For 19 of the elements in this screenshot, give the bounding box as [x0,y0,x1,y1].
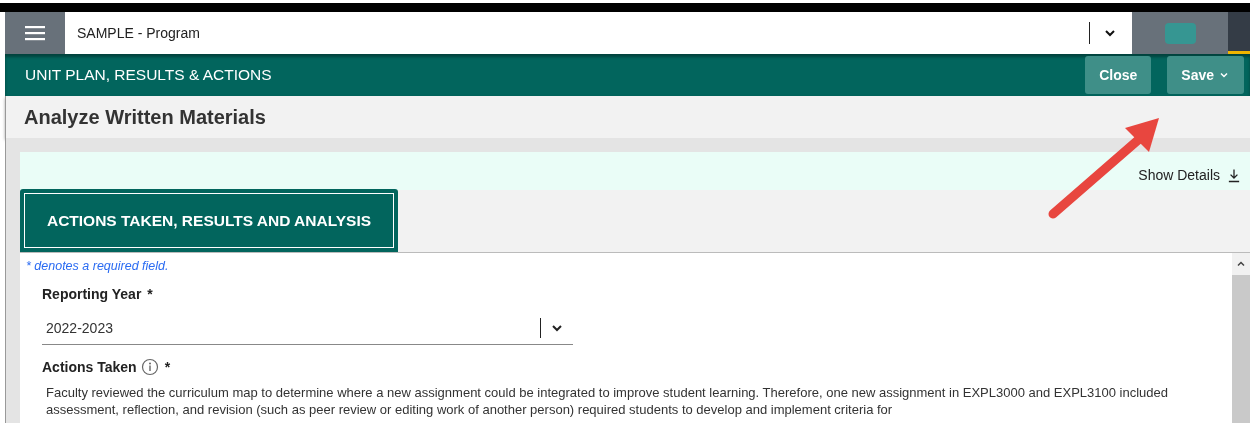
info-icon[interactable] [140,358,159,377]
actions-taken-text: Faculty reviewed the curriculum map to determine where a new assignment could be integrated to improve student learning. Therefore, one new assignment in EXPL3000 and EXPL3100 included assessment, reflection, and revision (such as peer review or editing work of another person) required students to develop and implement criteria for [45,383,1170,418]
field-label: Actions Taken [42,357,137,377]
field-label: Reporting Year [42,284,142,304]
download-icon [1228,168,1240,183]
required-mark: * [147,284,153,304]
save-button[interactable]: Save [1167,56,1244,94]
show-details-link[interactable]: Show Details [1138,165,1240,186]
close-button[interactable]: Close [1085,56,1152,94]
required-note: * denotes a required field. [26,258,170,275]
required-mark: * [164,357,171,377]
header-title: UNIT PLAN, RESULTS & ACTIONS [25,65,272,86]
menu-button[interactable] [5,12,65,54]
scrollbar[interactable] [1232,253,1250,423]
section-tab[interactable]: ACTIONS TAKEN, RESULTS AND ANALYSIS [20,189,398,252]
menu-icon [25,25,45,41]
page-title: Analyze Written Materials [24,105,266,130]
color-swatch[interactable] [1164,22,1196,44]
reporting-year-select[interactable]: 2022-2023 [42,312,573,345]
